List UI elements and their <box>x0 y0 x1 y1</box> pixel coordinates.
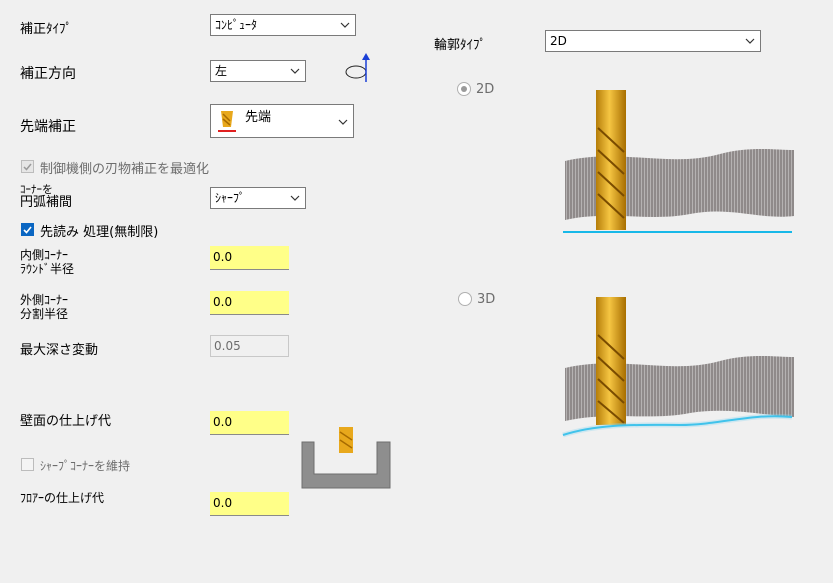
direction-loop-icon <box>345 53 370 82</box>
inner-corner-label-1: 内側ｺｰﾅｰ <box>20 248 69 262</box>
outer-corner-label-1: 外側ｺｰﾅｰ <box>20 293 69 307</box>
contour-type-value: 2D <box>550 34 567 48</box>
chevron-down-icon <box>338 119 348 125</box>
contour-type-label: 輪郭ﾀｲﾌﾟ <box>434 38 487 53</box>
corner-arc-select[interactable]: ｼｬｰﾌﾟ <box>210 187 306 209</box>
check-icon <box>23 226 32 234</box>
inner-corner-input[interactable]: 0.0 <box>210 246 289 270</box>
chevron-down-icon <box>340 22 350 28</box>
lookahead-checkbox[interactable] <box>21 223 34 236</box>
radio-2d-label: 2D <box>476 82 495 97</box>
correction-type-value: ｺﾝﾋﾟｭｰﾀ <box>215 18 258 32</box>
correction-type-select[interactable]: ｺﾝﾋﾟｭｰﾀ <box>210 14 356 36</box>
correction-direction-select[interactable]: 左 <box>210 60 306 82</box>
pocket-wall-illustration <box>301 427 391 489</box>
corner-arc-label-2: 円弧補間 <box>20 195 73 210</box>
tip-correction-label: 先端補正 <box>20 119 76 135</box>
radio-3d[interactable] <box>458 292 472 306</box>
correction-type-label: 補正ﾀｲﾌﾟ <box>20 22 73 37</box>
max-depth-variation-input[interactable]: 0.05 <box>210 335 289 357</box>
corner-arc-value: ｼｬｰﾌﾟ <box>215 191 246 205</box>
chevron-down-icon <box>745 38 755 44</box>
keep-sharp-corner-checkbox[interactable] <box>21 458 34 471</box>
tool-tip-icon <box>218 111 236 132</box>
optimize-wear-label: 制御機側の刃物補正を最適化 <box>40 162 210 177</box>
floor-stock-input[interactable]: 0.0 <box>210 492 289 516</box>
keep-sharp-corner-label: ｼｬｰﾌﾟｺｰﾅｰを維持 <box>40 459 131 473</box>
radio-2d[interactable] <box>457 82 471 96</box>
chevron-down-icon <box>290 195 300 201</box>
correction-direction-label: 補正方向 <box>20 66 76 82</box>
outer-corner-label-2: 分割半径 <box>20 307 69 321</box>
lookahead-label: 先読み 処理(無制限) <box>40 225 159 240</box>
tool-2d-illustration <box>563 90 794 233</box>
wall-stock-input[interactable]: 0.0 <box>210 411 289 435</box>
wall-stock-label: 壁面の仕上げ代 <box>20 414 112 429</box>
outer-corner-input[interactable]: 0.0 <box>210 291 289 315</box>
floor-stock-label: ﾌﾛｱｰの仕上げ代 <box>20 491 105 505</box>
tip-correction-select[interactable]: 先端 <box>210 104 354 138</box>
optimize-wear-checkbox[interactable] <box>21 160 34 173</box>
tool-3d-illustration <box>562 297 794 438</box>
radio-3d-label: 3D <box>477 292 496 307</box>
correction-direction-value: 左 <box>215 64 228 78</box>
tip-correction-value: 先端 <box>245 110 272 125</box>
contour-type-select[interactable]: 2D <box>545 30 761 52</box>
inner-corner-label-2: ﾗｳﾝﾄﾞ半径 <box>20 262 75 276</box>
max-depth-variation-label: 最大深さ変動 <box>20 343 99 358</box>
chevron-down-icon <box>290 68 300 74</box>
check-icon <box>23 163 32 171</box>
